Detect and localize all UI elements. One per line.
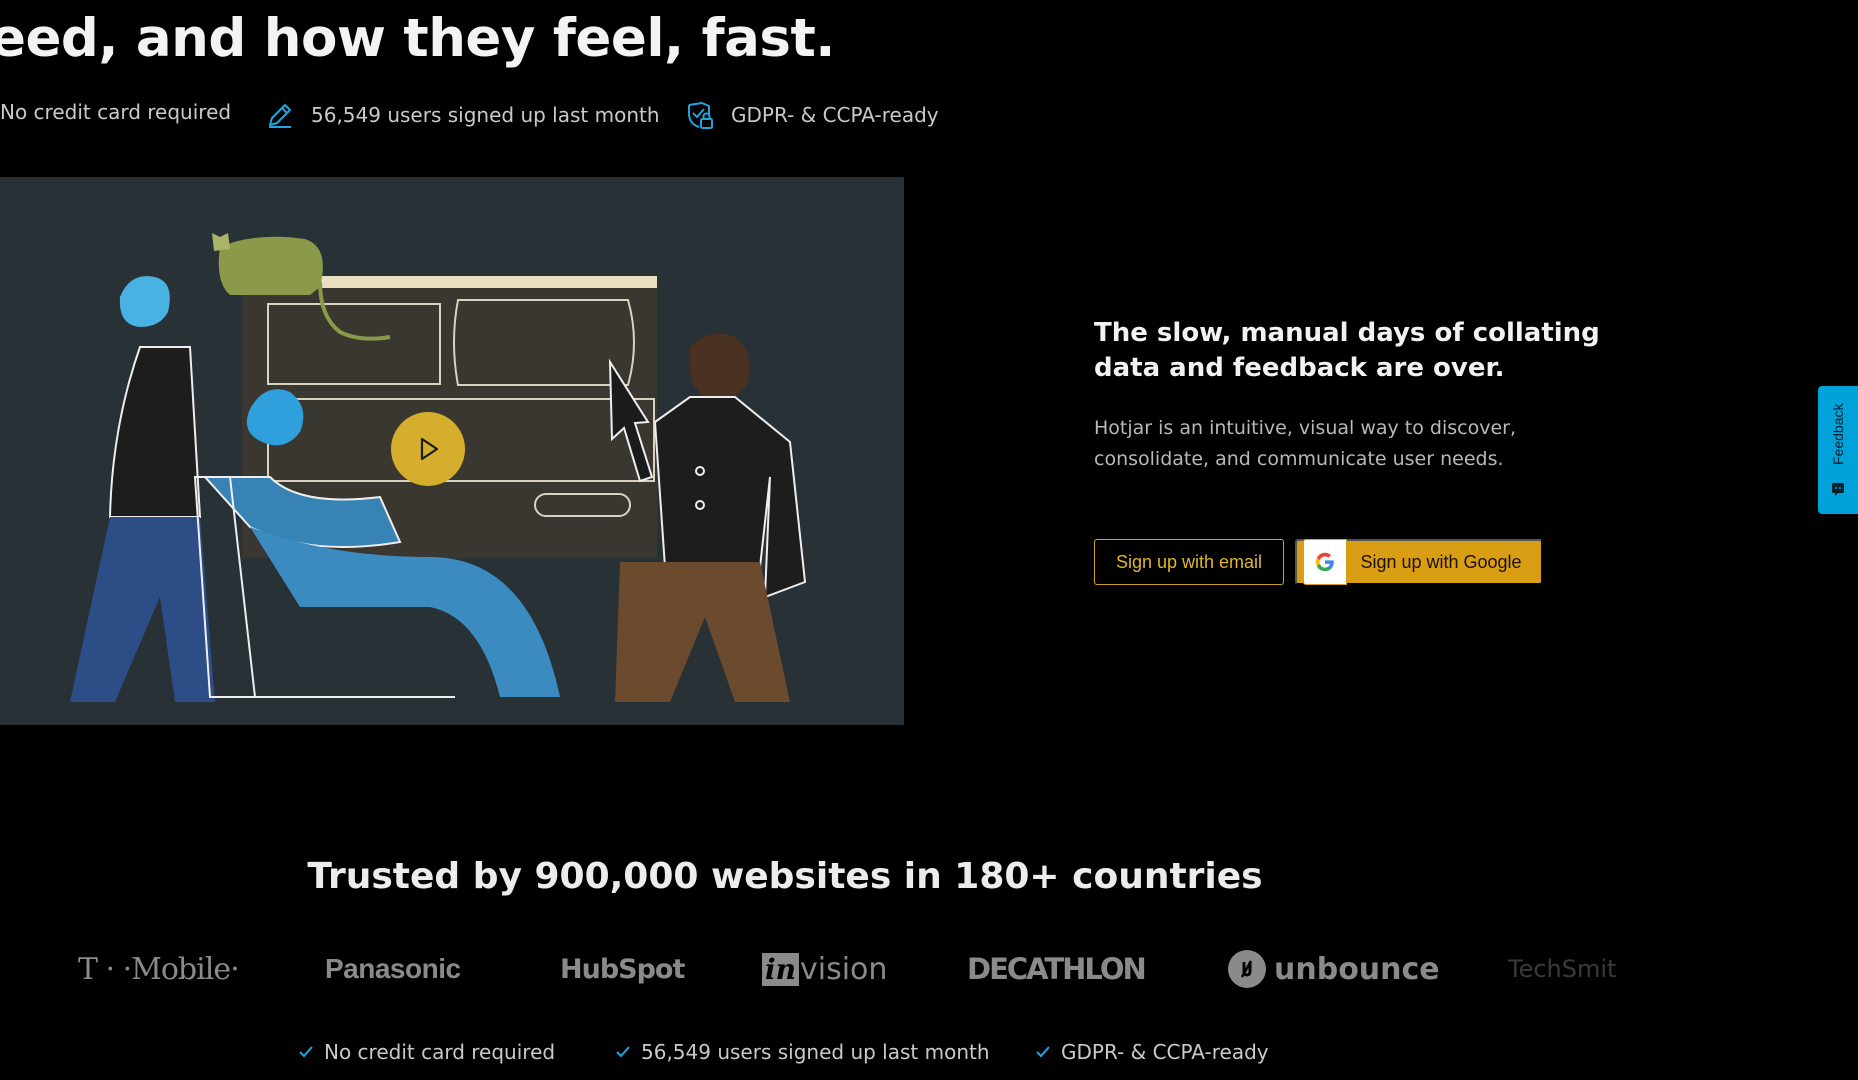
bottom-badge-label: No credit card required <box>324 1040 556 1064</box>
check-icon <box>616 1046 630 1058</box>
play-button[interactable] <box>391 412 465 486</box>
unbounce-logo: unbounce <box>1228 944 1440 994</box>
trust-badge-users: 56,549 users signed up last month <box>265 100 660 130</box>
invision-logo-box: in <box>762 952 799 986</box>
intro-text: Hotjar is an intuitive, visual way to di… <box>1094 417 1517 470</box>
bottom-badge-users: 56,549 users signed up last month <box>615 1040 990 1064</box>
google-icon <box>1303 539 1347 585</box>
unbounce-logo-icon <box>1228 950 1266 988</box>
trust-badge-gdpr: GDPR- & CCPA-ready <box>685 100 939 130</box>
panasonic-logo: Panasonic <box>325 953 461 984</box>
bottom-badge-no-credit-card: No credit card required <box>298 1040 555 1064</box>
hubspot-logo: HubSpot <box>560 953 685 985</box>
feedback-label: Feedback <box>1830 403 1846 465</box>
decathlon-logo: DECATHLON <box>967 952 1147 986</box>
page: eed, and how they feel, fast. No credit … <box>0 0 1858 1080</box>
shield-lock-icon <box>688 102 713 129</box>
bottom-badge-label: 56,549 users signed up last month <box>641 1040 990 1064</box>
invision-logo-text: vision <box>800 951 888 987</box>
trust-badge-label: GDPR- & CCPA-ready <box>731 103 939 127</box>
trust-badge-label: 56,549 users signed up last month <box>311 103 660 127</box>
check-icon <box>299 1046 313 1058</box>
trust-badge-label: No credit card required <box>0 100 232 124</box>
sign-up-google-label: Sign up with Google <box>1360 551 1522 572</box>
trusted-heading: Trusted by 900,000 websites in 180+ coun… <box>307 856 1263 897</box>
hero-title: eed, and how they feel, fast. <box>0 8 835 69</box>
feedback-icon <box>1832 483 1844 496</box>
intro-section: The slow, manual days of collating data … <box>1094 316 1634 475</box>
feedback-tab[interactable]: Feedback <box>1818 386 1858 514</box>
video-player[interactable] <box>0 177 904 725</box>
sign-up-email-button[interactable]: Sign up with email <box>1094 539 1284 585</box>
sign-up-google-button[interactable]: Sign up with Google <box>1295 539 1543 585</box>
tmobile-logo: T · ·Mobile· <box>78 951 240 987</box>
pencil-icon <box>269 104 291 128</box>
techsmith-logo: TechSmith <box>1508 955 1618 983</box>
trust-badge-no-credit-card: No credit card required <box>0 100 231 124</box>
invision-logo: in vision <box>762 944 887 994</box>
play-icon <box>420 437 439 461</box>
bottom-badge-gdpr: GDPR- & CCPA-ready <box>1035 1040 1269 1064</box>
bottom-badge-label: GDPR- & CCPA-ready <box>1061 1040 1269 1064</box>
intro-heading: The slow, manual days of collating data … <box>1094 318 1600 383</box>
check-icon <box>1036 1046 1050 1058</box>
unbounce-logo-text: unbounce <box>1274 951 1440 987</box>
